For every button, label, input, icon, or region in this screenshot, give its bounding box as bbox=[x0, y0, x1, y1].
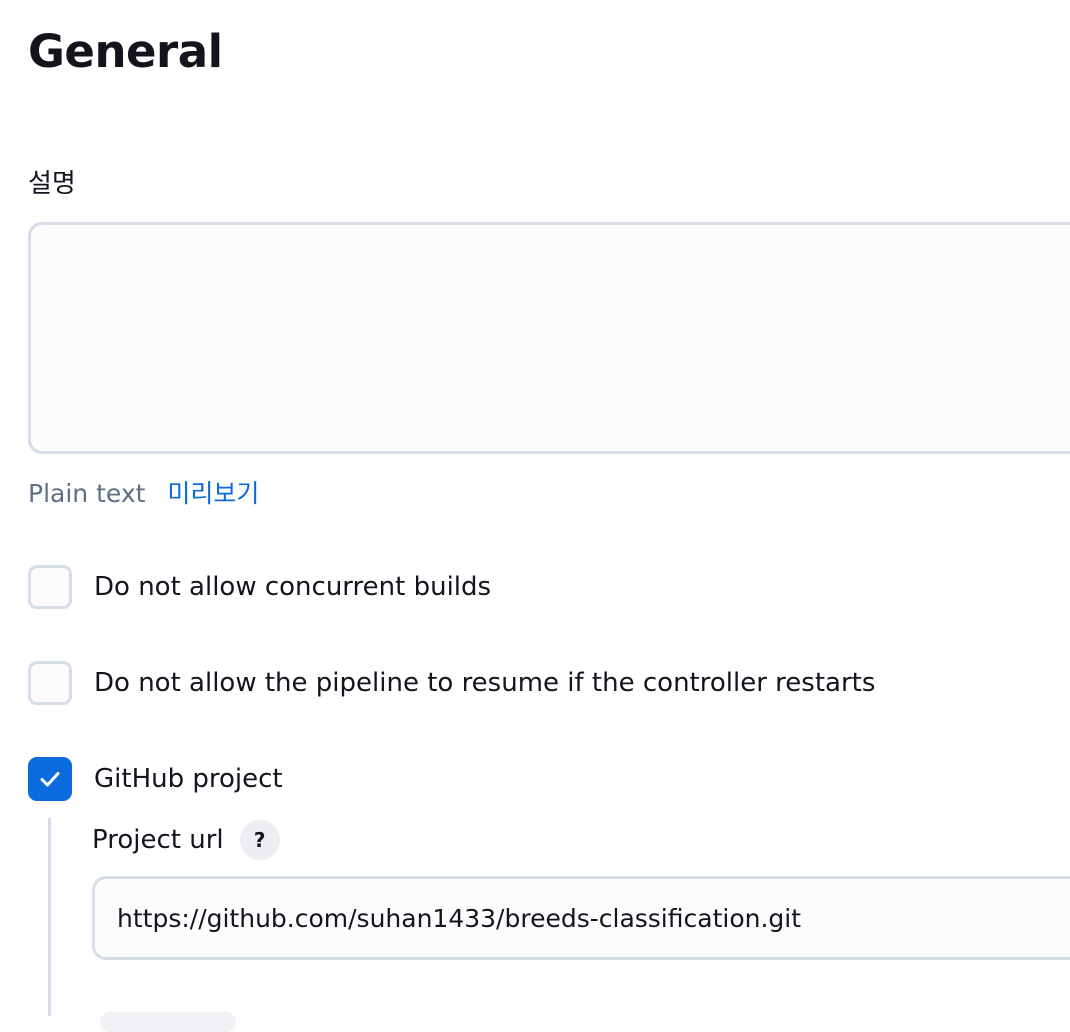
preview-link[interactable]: 미리보기 bbox=[167, 479, 259, 508]
pipeline-resume-label: Do not allow the pipeline to resume if t… bbox=[94, 668, 876, 698]
description-label: 설명 bbox=[28, 169, 76, 199]
concurrent-builds-checkbox[interactable] bbox=[28, 565, 72, 609]
github-project-option[interactable]: GitHub project bbox=[28, 757, 283, 801]
pipeline-resume-checkbox[interactable] bbox=[28, 661, 72, 705]
concurrent-builds-option[interactable]: Do not allow concurrent builds bbox=[28, 565, 491, 609]
project-url-label: Project url bbox=[92, 825, 224, 855]
project-url-input[interactable] bbox=[92, 876, 1070, 960]
nested-section-rule bbox=[48, 818, 51, 1016]
project-url-label-row: Project url ? bbox=[92, 820, 280, 860]
page-title: General bbox=[28, 25, 223, 78]
concurrent-builds-label: Do not allow concurrent builds bbox=[94, 572, 492, 602]
help-icon[interactable]: ? bbox=[239, 820, 280, 860]
pipeline-resume-option[interactable]: Do not allow the pipeline to resume if t… bbox=[28, 661, 875, 705]
description-format-row: Plain text 미리보기 bbox=[28, 476, 259, 512]
github-project-checkbox[interactable] bbox=[28, 757, 72, 801]
github-project-label: GitHub project bbox=[94, 764, 283, 794]
plain-text-label: Plain text bbox=[28, 479, 146, 508]
check-icon bbox=[40, 772, 60, 787]
description-textarea[interactable] bbox=[28, 222, 1070, 454]
advanced-button[interactable] bbox=[100, 1012, 236, 1032]
